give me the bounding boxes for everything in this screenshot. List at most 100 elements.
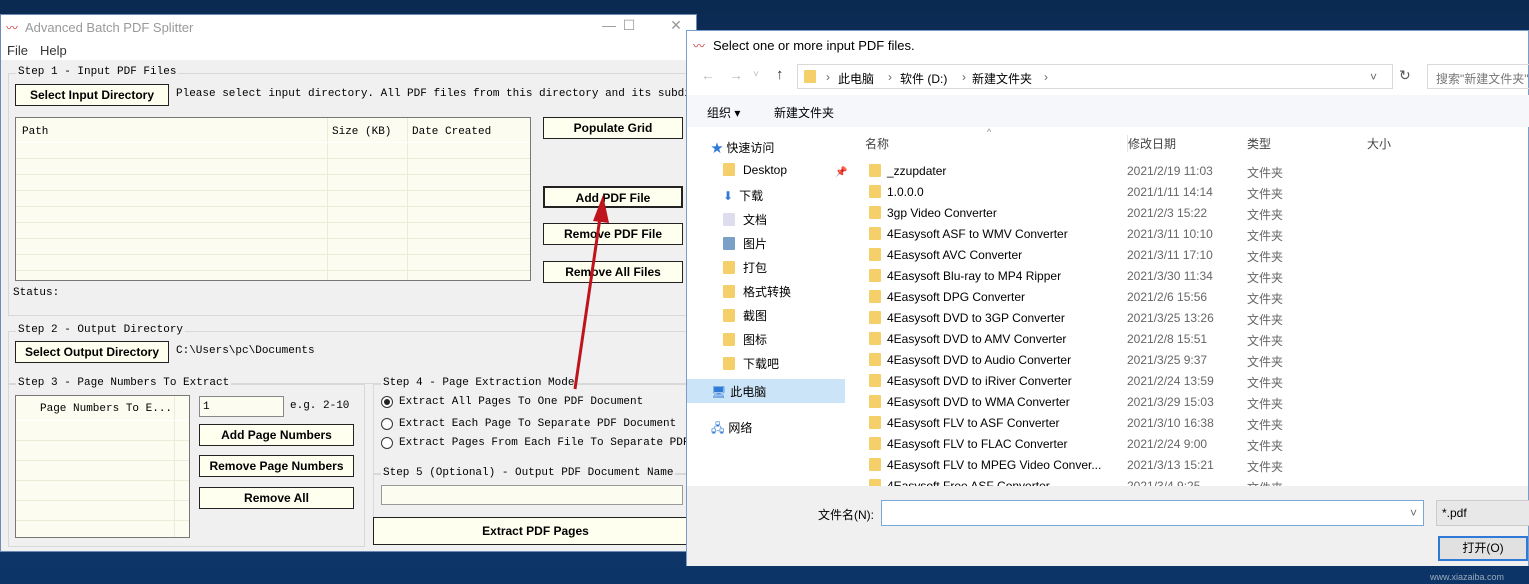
file-row[interactable]: 4Easysoft DVD to Audio Converter 2021/3/2… (847, 350, 1529, 371)
file-type: 文件夹 (1247, 313, 1284, 327)
col-size[interactable]: 大小 (1367, 135, 1391, 152)
nav-screenshots[interactable]: 截图 (723, 307, 767, 324)
menu-help[interactable]: Help (40, 43, 67, 58)
output-path: C:\Users\pc\Documents (176, 345, 315, 357)
file-row[interactable]: 4Easysoft DVD to WMA Converter 2021/3/29 … (847, 392, 1529, 413)
open-file-dialog: 〰 Select one or more input PDF files. ← … (686, 30, 1529, 566)
file-type: 文件夹 (1247, 418, 1284, 432)
organize-button[interactable]: 组织 ▾ (707, 104, 740, 121)
file-row[interactable]: 4Easysoft DVD to 3GP Converter 2021/3/25 … (847, 308, 1529, 329)
output-name-input[interactable] (381, 485, 683, 505)
search-input[interactable]: 搜索"新建文件夹" (1427, 64, 1529, 89)
add-page-numbers-button[interactable]: Add Page Numbers (199, 424, 354, 446)
breadcrumb-drive[interactable]: 软件 (D:) (900, 70, 947, 87)
step3-label: Step 3 - Page Numbers To Extract (16, 377, 232, 389)
red-arrow-annotation (573, 195, 609, 390)
file-row[interactable]: 4Easysoft FLV to ASF Converter 2021/3/10 … (847, 413, 1529, 434)
select-input-directory-button[interactable]: Select Input Directory (15, 84, 169, 106)
file-type-filter[interactable]: *.pdf (1436, 500, 1529, 526)
nav-quick-access[interactable]: ★ 快速访问 (711, 139, 774, 156)
select-output-directory-button[interactable]: Select Output Directory (15, 341, 169, 363)
menu-file[interactable]: File (7, 43, 28, 58)
col-modified[interactable]: 修改日期 (1127, 135, 1176, 152)
col-date[interactable]: Date Created (412, 126, 491, 138)
folder-icon (869, 374, 889, 388)
nav-pictures[interactable]: 图片 (723, 235, 767, 252)
forward-icon[interactable]: → (729, 67, 743, 83)
nav-downloads[interactable]: ⬇ 下载 (723, 187, 763, 204)
file-type: 文件夹 (1247, 250, 1284, 264)
dialog-title: Select one or more input PDF files. (713, 38, 915, 53)
file-row[interactable]: 4Easysoft DVD to iRiver Converter 2021/2/… (847, 371, 1529, 392)
nav-dabao[interactable]: 打包 (723, 259, 767, 276)
page-number-input[interactable]: 1 (199, 396, 284, 417)
file-row[interactable]: 4Easysoft DPG Converter 2021/2/6 15:56 文件夹 (847, 287, 1529, 308)
radio-each-file-separate[interactable] (381, 437, 393, 449)
file-row[interactable]: 4Easysoft Blu-ray to MP4 Ripper 2021/3/30… (847, 266, 1529, 287)
open-button[interactable]: 打开(O) (1438, 536, 1528, 561)
file-type: 文件夹 (1247, 208, 1284, 222)
folder-icon (869, 395, 889, 409)
nav-icons[interactable]: 图标 (723, 331, 767, 348)
file-row[interactable]: 1.0.0.0 2021/1/11 14:14 文件夹 (847, 182, 1529, 203)
nav-this-pc[interactable]: 🖥 此电脑 (687, 379, 845, 403)
file-row[interactable]: 4Easysoft Free ASF Converter 2021/3/4 9:2… (847, 476, 1529, 486)
remove-page-numbers-button[interactable]: Remove Page Numbers (199, 455, 354, 477)
nav-documents[interactable]: 文档 (723, 211, 767, 228)
refresh-icon[interactable]: ↻ (1399, 67, 1411, 84)
file-date: 2021/3/11 10:10 (1127, 227, 1213, 241)
file-name: 4Easysoft DPG Converter (887, 290, 1026, 304)
file-type: 文件夹 (1247, 229, 1284, 243)
remove-all-button[interactable]: Remove All (199, 487, 354, 509)
radio-all-pages-one-doc[interactable] (381, 396, 393, 408)
nav-xiazaiba[interactable]: 下载吧 (723, 355, 779, 372)
breadcrumb-pc[interactable]: 此电脑 (838, 70, 874, 87)
file-date: 2021/3/4 9:25 (1127, 479, 1201, 486)
file-type: 文件夹 (1247, 292, 1284, 306)
page-numbers-list[interactable]: Page Numbers To E... (15, 395, 190, 538)
folder-icon (869, 290, 889, 304)
file-date: 2021/3/13 15:21 (1127, 458, 1214, 472)
file-row[interactable]: _zzupdater 2021/2/19 11:03 文件夹 (847, 161, 1529, 182)
file-date: 2021/3/29 15:03 (1127, 395, 1214, 409)
step2-label: Step 2 - Output Directory (16, 324, 186, 336)
file-row[interactable]: 4Easysoft ASF to WMV Converter 2021/3/11 … (847, 224, 1529, 245)
option-each-page-separate[interactable]: Extract Each Page To Separate PDF Docume… (399, 418, 676, 430)
populate-grid-button[interactable]: Populate Grid (543, 117, 683, 139)
col-type[interactable]: 类型 (1247, 135, 1271, 152)
nav-network[interactable]: 🖧 网络 (711, 419, 752, 440)
back-icon[interactable]: ← (701, 67, 715, 83)
recent-chevron-icon[interactable]: ˅ (753, 69, 759, 80)
nav-desktop[interactable]: Desktop (723, 163, 787, 177)
breadcrumb-folder[interactable]: 新建文件夹 (972, 70, 1032, 87)
address-dropdown-icon[interactable]: ˅ (1370, 70, 1377, 84)
file-row[interactable]: 4Easysoft DVD to AMV Converter 2021/2/8 1… (847, 329, 1529, 350)
col-name[interactable]: 名称 (865, 135, 889, 152)
file-name: 4Easysoft AVC Converter (887, 248, 1023, 262)
file-row[interactable]: 4Easysoft FLV to MPEG Video Conver... 202… (847, 455, 1529, 476)
option-all-pages-one-doc[interactable]: Extract All Pages To One PDF Document (399, 396, 643, 408)
folder-icon (869, 458, 889, 472)
extract-pdf-pages-button[interactable]: Extract PDF Pages (373, 517, 698, 545)
maximize-button[interactable]: ☐ (609, 17, 649, 37)
address-bar[interactable]: › 此电脑 › 软件 (D:) › 新建文件夹 › ˅ (797, 64, 1393, 89)
col-path[interactable]: Path (22, 126, 48, 138)
file-row[interactable]: 4Easysoft AVC Converter 2021/3/11 17:10 文件… (847, 245, 1529, 266)
file-name: 4Easysoft Free ASF Converter (887, 479, 1050, 486)
option-each-file-separate[interactable]: Extract Pages From Each File To Separate… (399, 437, 687, 449)
sort-up-icon: ^ (987, 127, 992, 137)
file-date: 2021/2/6 15:56 (1127, 290, 1208, 304)
radio-each-page-separate[interactable] (381, 418, 393, 430)
up-icon[interactable]: ↑ (776, 66, 784, 83)
app-logo-icon: 〰 (6, 21, 19, 35)
filename-input[interactable]: ˅ (881, 500, 1424, 526)
col-size[interactable]: Size (KB) (332, 126, 391, 138)
nav-format[interactable]: 格式转换 (723, 283, 791, 300)
new-folder-button[interactable]: 新建文件夹 (774, 104, 834, 121)
file-name: 1.0.0.0 (887, 185, 924, 199)
file-type: 文件夹 (1247, 460, 1284, 474)
input-files-grid[interactable]: Path Size (KB) Date Created (15, 117, 531, 281)
file-row[interactable]: 4Easysoft FLV to FLAC Converter 2021/2/24… (847, 434, 1529, 455)
folder-icon (869, 479, 889, 486)
file-row[interactable]: 3gp Video Converter 2021/2/3 15:22 文件夹 (847, 203, 1529, 224)
